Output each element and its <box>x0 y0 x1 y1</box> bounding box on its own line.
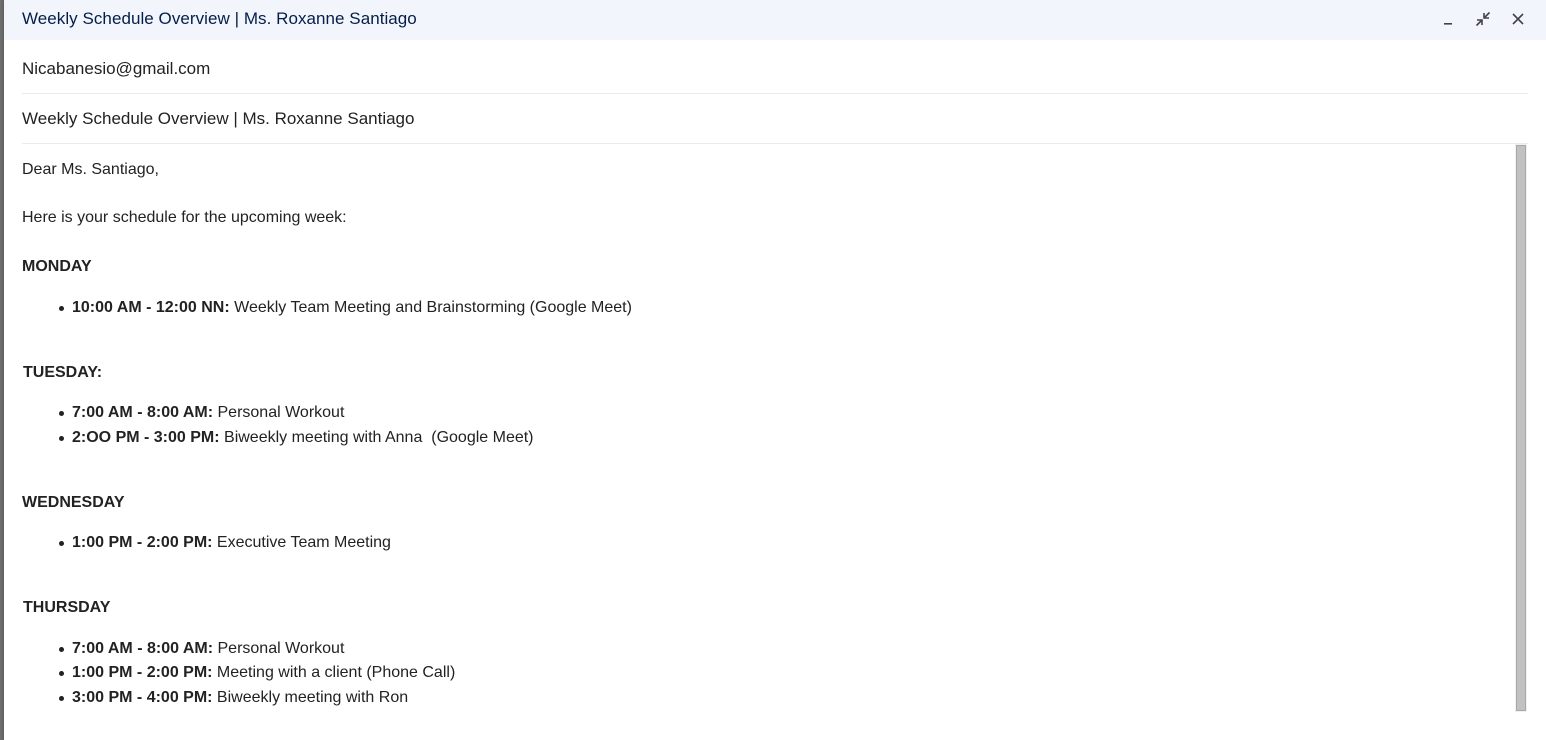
event-desc: Personal Workout <box>213 640 345 657</box>
compose-titlebar[interactable]: Weekly Schedule Overview | Ms. Roxanne S… <box>4 0 1546 40</box>
minimize-icon <box>1444 23 1452 25</box>
compose-window: Weekly Schedule Overview | Ms. Roxanne S… <box>4 0 1546 740</box>
intro-text: Here is your schedule for the upcoming w… <box>22 209 347 226</box>
event-desc: Biweekly meeting with Ron <box>212 689 409 706</box>
list-item: 7:00 AM - 8:00 AM: Personal Workout <box>58 640 345 658</box>
list-item: 7:00 AM - 8:00 AM: Personal Workout <box>58 404 345 422</box>
time-range: 7:00 AM - 8:00 AM: <box>72 404 214 421</box>
list-item: 3:00 PM - 4:00 PM: Biweekly meeting with… <box>58 689 409 707</box>
message-body[interactable]: Dear Ms. Santiago, Here is your schedule… <box>22 144 1512 740</box>
event-desc: Executive Team Meeting <box>212 534 391 551</box>
compose-title: Weekly Schedule Overview | Ms. Roxanne S… <box>22 9 417 28</box>
subject-text[interactable]: Weekly Schedule Overview | Ms. Roxanne S… <box>22 109 414 129</box>
time-range: 2:OO PM - 3:00 PM: <box>72 429 220 446</box>
time-range: 3:00 PM - 4:00 PM: <box>72 689 213 706</box>
time-range: 1:00 PM - 2:00 PM: <box>72 664 213 681</box>
exit-fullscreen-icon <box>1475 11 1491 27</box>
recipient-chip[interactable]: Nicabanesio@gmail.com <box>22 59 210 79</box>
list-item: 1:00 PM - 2:00 PM: Executive Team Meetin… <box>59 534 391 552</box>
list-item: 10:00 AM - 12:00 NN: Weekly Team Meeting… <box>59 299 632 317</box>
scrollbar-thumb[interactable] <box>1516 145 1526 711</box>
day-heading-thursday: THURSDAY <box>23 599 111 616</box>
close-button[interactable] <box>1505 7 1531 31</box>
time-range: 10:00 AM - 12:00 NN: <box>72 299 230 316</box>
day-heading-monday: MONDAY <box>22 258 92 275</box>
greeting-text: Dear Ms. Santiago, <box>22 161 159 178</box>
minimize-button[interactable] <box>1435 7 1461 31</box>
event-desc: Weekly Team Meeting and Brainstorming (G… <box>229 299 632 316</box>
list-item: 1:00 PM - 2:00 PM: Meeting with a client… <box>58 664 456 682</box>
time-range: 7:00 AM - 8:00 AM: <box>72 640 214 657</box>
day-heading-tuesday: TUESDAY: <box>23 364 103 381</box>
subject-field[interactable]: Weekly Schedule Overview | Ms. Roxanne S… <box>22 94 1528 144</box>
event-desc: Biweekly meeting with Anna (Google Meet) <box>219 429 534 446</box>
list-item: 2:OO PM - 3:00 PM: Biweekly meeting with… <box>59 429 534 447</box>
close-icon <box>1512 13 1524 25</box>
event-desc: Personal Workout <box>213 404 345 421</box>
event-desc: Meeting with a client (Phone Call) <box>212 664 456 681</box>
exit-fullscreen-button[interactable] <box>1470 7 1496 31</box>
day-heading-wednesday: WEDNESDAY <box>22 494 125 511</box>
recipients-field[interactable]: Nicabanesio@gmail.com <box>22 44 1528 94</box>
time-range: 1:00 PM - 2:00 PM: <box>72 534 213 551</box>
